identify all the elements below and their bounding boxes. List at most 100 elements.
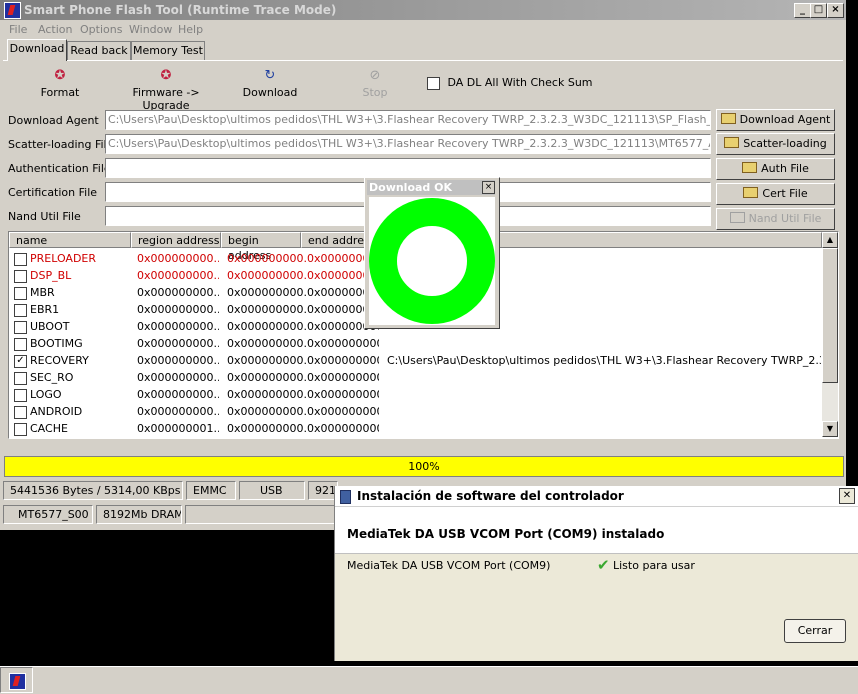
checksum-box[interactable] [427, 76, 440, 90]
cell-begin: 0x000000000... [227, 422, 307, 435]
partition-checkbox[interactable] [14, 338, 27, 351]
table-row[interactable]: ANDROID 0x000000000... 0x000000000... 0x000… [9, 403, 821, 420]
menu-options[interactable]: Options [80, 23, 122, 36]
cell-name: UBOOT [30, 320, 70, 333]
auth-label: Authentication File [8, 162, 111, 175]
cell-end: 0x000000000... [307, 354, 379, 367]
table-row[interactable]: BOOTIMG 0x000000000... 0x000000000... 0x000… [9, 335, 821, 352]
col-region-address[interactable]: region address [131, 232, 221, 248]
cell-begin: 0x000000000... [227, 303, 307, 316]
format-button[interactable]: ✪ Format [40, 68, 80, 99]
cell-region: 0x000000000... [137, 388, 219, 401]
cell-begin: 0x000000000... [227, 286, 307, 299]
cell-name: DSP_BL [30, 269, 72, 282]
taskbar-app-button[interactable] [0, 667, 33, 693]
status-ram: 8192Mb DRAM [96, 505, 182, 524]
cell-region: 0x000000000... [137, 269, 219, 282]
partition-checkbox[interactable] [14, 270, 27, 283]
cell-name: CACHE [30, 422, 68, 435]
partition-checkbox[interactable] [14, 253, 27, 266]
scatter-field[interactable]: C:\Users\Pau\Desktop\ultimos pedidos\THL… [105, 134, 711, 154]
scroll-down-button[interactable]: ▼ [822, 421, 838, 437]
download-ok-dialog: Download OK × [364, 177, 500, 329]
folder-icon [742, 162, 758, 173]
auth-field[interactable] [105, 158, 711, 178]
menu-window[interactable]: Window [129, 23, 172, 36]
partition-checkbox[interactable] [14, 372, 27, 385]
table-row[interactable]: CACHE 0x000000001... 0x000000000... 0x00000… [9, 420, 821, 437]
col-begin-address[interactable]: begin address [221, 232, 301, 262]
app-icon [4, 2, 21, 19]
download-agent-button[interactable]: Download Agent [716, 109, 835, 131]
download-icon: ↻ [264, 68, 276, 83]
checksum-label: DA DL All With Check Sum [447, 76, 593, 89]
minimize-button[interactable]: _ [794, 3, 811, 18]
scatter-loading-button[interactable]: Scatter-loading [716, 133, 835, 155]
download-button[interactable]: ↻ Download [240, 68, 300, 99]
table-row[interactable]: SEC_RO 0x000000000... 0x000000000... 0x0000… [9, 369, 821, 386]
col-name[interactable]: name [9, 232, 131, 248]
table-row[interactable]: ✓ RECOVERY 0x000000000... 0x000000000... 0x0… [9, 352, 821, 369]
download-ok-title[interactable]: Download OK [367, 180, 495, 195]
tab-memory-test[interactable]: Memory Test [131, 41, 205, 60]
partition-checkbox[interactable] [14, 389, 27, 402]
auth-file-button[interactable]: Auth File [716, 158, 835, 180]
download-ok-close-button[interactable]: × [482, 181, 495, 194]
status-empty [185, 505, 335, 524]
partition-checkbox[interactable] [14, 406, 27, 419]
cell-name: RECOVERY [30, 354, 89, 367]
firmware-upgrade-button[interactable]: ✪ Firmware -> Upgrade [112, 68, 220, 112]
download-agent-field[interactable]: C:\Users\Pau\Desktop\ultimos pedidos\THL… [105, 110, 711, 130]
stop-icon: ⊘ [369, 68, 381, 83]
menu-help[interactable]: Help [178, 23, 203, 36]
cell-begin: 0x000000000... [227, 388, 307, 401]
status-storage: EMMC [186, 481, 236, 500]
partition-checkbox[interactable]: ✓ [14, 355, 27, 368]
title-bar[interactable]: Smart Phone Flash Tool (Runtime Trace Mo… [0, 0, 846, 20]
table-row[interactable]: LOGO 0x000000000... 0x000000000... 0x000000… [9, 386, 821, 403]
progress-bar: 100% [4, 456, 844, 477]
close-dialog-button[interactable]: Cerrar [784, 619, 846, 643]
cert-label: Certification File [8, 186, 98, 199]
cell-begin: 0x000000000... [227, 269, 307, 282]
success-ring-icon [369, 198, 495, 324]
device-state: Listo para usar [613, 559, 695, 572]
maximize-button[interactable]: □ [810, 3, 827, 18]
checksum-checkbox[interactable]: DA DL All With Check Sum [427, 76, 593, 90]
stop-button[interactable]: ⊘ Stop [355, 68, 395, 99]
download-label: Download [242, 86, 298, 99]
menu-file[interactable]: File [9, 23, 27, 36]
driver-dialog-title-bar[interactable]: Instalación de software del controlador … [335, 486, 858, 507]
firmware-upgrade-icon: ✪ [160, 68, 172, 83]
cell-region: 0x000000000... [137, 337, 219, 350]
cell-end: 0x000000000... [307, 371, 379, 384]
partition-checkbox[interactable] [14, 304, 27, 317]
cell-end: 0x000000000... [307, 405, 379, 418]
driver-dialog-close-icon[interactable]: ✕ [839, 488, 855, 504]
progress-text: 100% [408, 460, 440, 473]
cell-path: C:\Users\Pau\Desktop\ultimos pedidos\THL… [387, 354, 821, 367]
partition-checkbox[interactable] [14, 423, 27, 436]
folder-icon [743, 187, 759, 198]
menu-action[interactable]: Action [38, 23, 72, 36]
window-title: Smart Phone Flash Tool (Runtime Trace Mo… [24, 3, 337, 17]
scatter-label: Scatter-loading File [8, 138, 114, 151]
close-button[interactable]: × [827, 3, 844, 18]
cell-region: 0x000000000... [137, 320, 219, 333]
tab-download[interactable]: Download [7, 39, 67, 61]
nand-util-button[interactable]: Nand Util File [716, 208, 835, 230]
tab-read-back[interactable]: Read back [67, 41, 131, 60]
device-name: MediaTek DA USB VCOM Port (COM9) [347, 559, 551, 572]
cell-begin: 0x000000000... [227, 252, 307, 265]
taskbar [0, 666, 858, 694]
scroll-up-button[interactable]: ▲ [822, 232, 838, 248]
cert-file-button[interactable]: Cert File [716, 183, 835, 205]
cell-name: BOOTIMG [30, 337, 83, 350]
cell-region: 0x000000000... [137, 286, 219, 299]
table-scrollbar[interactable]: ▲ ▼ [822, 232, 838, 437]
scroll-thumb[interactable] [822, 248, 838, 383]
partition-checkbox[interactable] [14, 321, 27, 334]
partition-checkbox[interactable] [14, 287, 27, 300]
cell-region: 0x000000001... [137, 422, 219, 435]
cell-end: 0x000000000... [307, 388, 379, 401]
